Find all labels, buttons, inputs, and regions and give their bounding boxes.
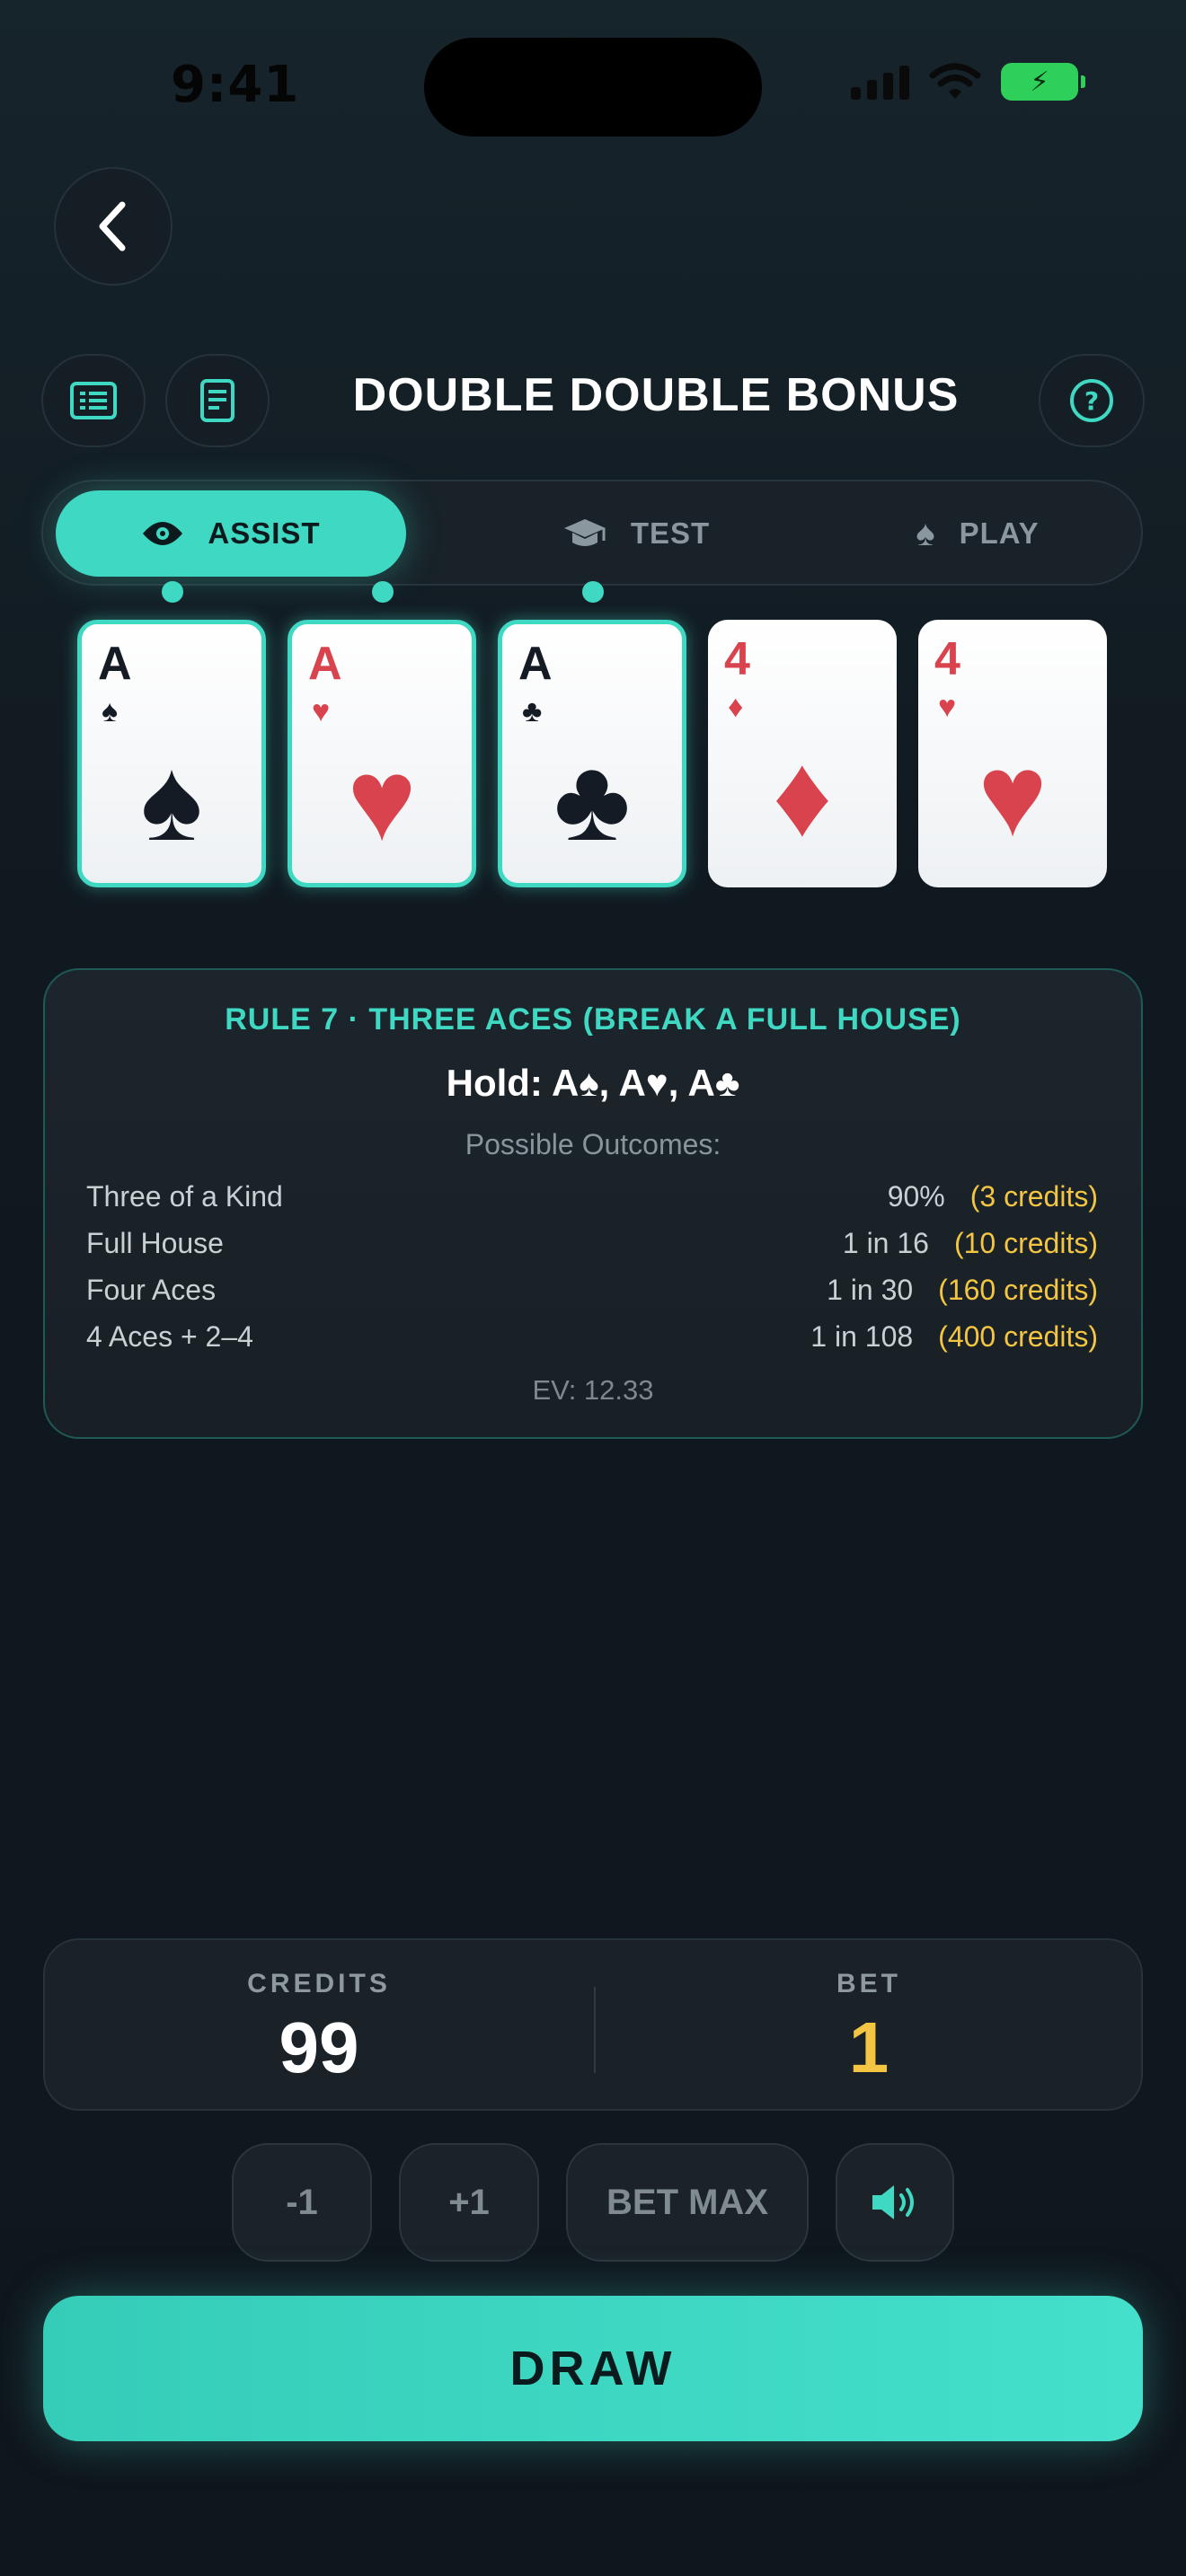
page-title: DOUBLE DOUBLE BONUS: [352, 369, 960, 421]
svg-text:?: ?: [1084, 386, 1099, 416]
card-suit-small: ♥: [938, 690, 957, 724]
outcomes-list: Three of a Kind 90% (3 credits) Full Hou…: [86, 1173, 1098, 1360]
outcome-credits: (10 credits): [953, 1226, 1098, 1259]
credits-value: 99: [279, 2007, 359, 2087]
outcome-name: Full House: [86, 1226, 224, 1259]
outcome-row: Four Aces 1 in 30 (160 credits): [86, 1266, 1098, 1313]
card-4[interactable]: 4 ♦ ♦: [708, 620, 897, 887]
card-suit-small: ♦: [728, 690, 744, 724]
bet-value: 1: [848, 2007, 890, 2087]
wifi-icon: [929, 63, 981, 99]
diamond-icon: ♦: [772, 729, 833, 860]
graduation-cap-icon: [563, 519, 606, 546]
card-suit-small: ♣: [522, 694, 543, 728]
status-time: 9:41: [171, 56, 300, 114]
bet-label: BET: [836, 1969, 901, 1998]
club-icon: ♣: [553, 734, 631, 865]
cellular-signal-icon: [851, 64, 909, 100]
credits-label: CREDITS: [247, 1969, 391, 1998]
tab-assist-label: ASSIST: [208, 516, 321, 550]
tab-test[interactable]: TEST: [492, 490, 780, 577]
speaker-icon: [872, 2185, 914, 2219]
heart-icon: ♥: [978, 729, 1048, 860]
outcome-name: Three of a Kind: [86, 1179, 283, 1213]
outcome-credits: (160 credits): [938, 1273, 1098, 1306]
bet-plus-button[interactable]: +1: [399, 2143, 539, 2262]
outcome-name: 4 Aces + 2–4: [86, 1319, 253, 1353]
dynamic-island: [424, 38, 762, 137]
card-2[interactable]: A ♥ ♥: [288, 620, 476, 887]
status-icons: ⚡: [851, 63, 1085, 101]
card-suit-small: ♠: [102, 694, 119, 728]
heart-icon: ♥: [347, 734, 417, 865]
outcome-odds: 1 in 30: [827, 1273, 914, 1306]
screen: 9:41 ⚡ DOUBLE DOUBLE BONUS ? ASSIST TEST…: [0, 0, 1186, 2576]
outcome-name: Four Aces: [86, 1273, 217, 1306]
sound-toggle-button[interactable]: [836, 2143, 954, 2262]
card-3[interactable]: A ♣ ♣: [498, 620, 686, 887]
bet-max-button[interactable]: BET MAX: [566, 2143, 809, 2262]
battery-icon: ⚡: [1001, 63, 1085, 101]
strategy-panel: RULE 7 · THREE ACES (BREAK A FULL HOUSE)…: [43, 968, 1143, 1439]
help-button[interactable]: ?: [1039, 354, 1145, 447]
spade-icon: ♠: [916, 513, 936, 553]
outcome-odds: 1 in 108: [810, 1319, 914, 1353]
tab-assist[interactable]: ASSIST: [56, 490, 406, 577]
outcome-row: Full House 1 in 16 (10 credits): [86, 1220, 1098, 1266]
card-rank: A: [308, 638, 342, 690]
help-icon: ?: [1070, 379, 1113, 422]
card-rank: 4: [724, 633, 750, 685]
card-rank: A: [518, 638, 553, 690]
hold-indicator-1: [162, 581, 183, 603]
draw-button[interactable]: DRAW: [43, 2296, 1143, 2441]
outcomes-heading: Possible Outcomes:: [465, 1128, 721, 1160]
credits-stat: CREDITS 99: [45, 1940, 593, 2113]
tab-play[interactable]: ♠ PLAY: [834, 490, 1121, 577]
wallet-panel: CREDITS 99 BET 1: [43, 1938, 1143, 2111]
document-icon: [200, 379, 235, 422]
card-suit-small: ♥: [312, 694, 331, 728]
outcome-odds: 90%: [887, 1179, 945, 1213]
back-button[interactable]: [54, 167, 173, 286]
mode-selector: ASSIST TEST ♠ PLAY: [41, 480, 1143, 586]
rule-hold: Hold: A♠, A♥, A♣: [446, 1062, 740, 1104]
outcome-row: 4 Aces + 2–4 1 in 108 (400 credits): [86, 1313, 1098, 1360]
list-icon: [70, 382, 117, 419]
tab-play-label: PLAY: [959, 516, 1040, 550]
card-1[interactable]: A ♠ ♠: [77, 620, 266, 887]
outcome-row: Three of a Kind 90% (3 credits): [86, 1173, 1098, 1220]
bet-stat: BET 1: [595, 1940, 1143, 2113]
card-5[interactable]: 4 ♥ ♥: [918, 620, 1107, 887]
tab-test-label: TEST: [630, 516, 711, 550]
outcome-credits: (3 credits): [969, 1179, 1098, 1213]
card-rank: A: [98, 638, 132, 690]
hold-indicator-2: [372, 581, 394, 603]
rule-title: RULE 7 · THREE ACES (BREAK A FULL HOUSE): [225, 1002, 961, 1037]
bet-minus-button[interactable]: -1: [232, 2143, 372, 2262]
card-rank: 4: [934, 633, 960, 685]
outcome-credits: (400 credits): [938, 1319, 1098, 1353]
paytable-button[interactable]: [41, 354, 146, 447]
hold-indicator-3: [582, 581, 604, 603]
strategy-button[interactable]: [165, 354, 270, 447]
outcome-odds: 1 in 16: [842, 1226, 929, 1259]
spade-icon: ♠: [140, 734, 203, 865]
chevron-left-icon: [99, 201, 126, 251]
charging-bolt-icon: ⚡: [1030, 66, 1049, 97]
expected-value: EV: 12.33: [532, 1374, 654, 1406]
eye-icon: [143, 522, 183, 545]
